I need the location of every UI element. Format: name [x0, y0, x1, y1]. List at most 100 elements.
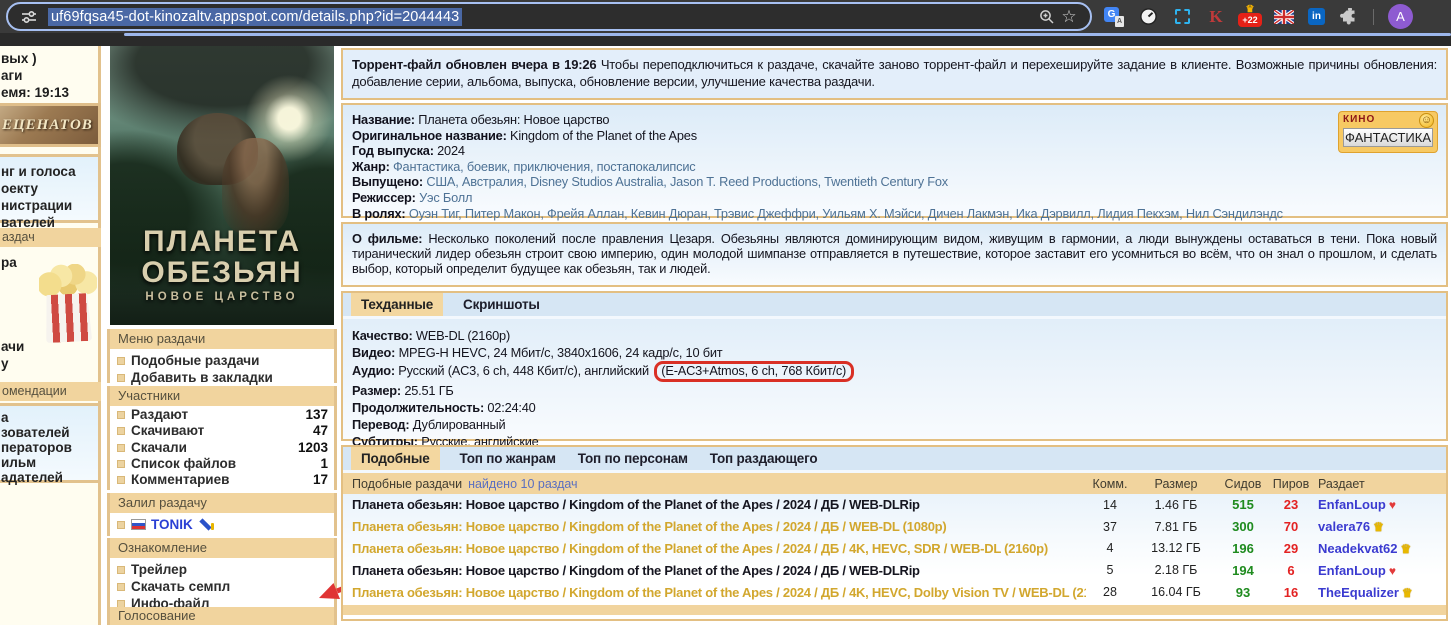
k-extension-icon[interactable]: K [1206, 7, 1226, 27]
info-year-row: Год выпуска: 2024 [352, 143, 1437, 159]
uploader-link[interactable]: valera76♛ [1314, 519, 1446, 534]
site-settings-icon[interactable] [18, 10, 40, 24]
tab-screenshots[interactable]: Скриншоты [461, 293, 542, 316]
torrent-title-link[interactable]: Планета обезьян: Новое царство / Kingdom… [343, 585, 1086, 600]
uploader-link[interactable]: TONIK [151, 516, 193, 533]
tab-techdata[interactable]: Техданные [351, 293, 443, 316]
torrent-title-link[interactable]: Планета обезьян: Новое царство / Kingdom… [343, 541, 1086, 556]
linkedin-extension-icon[interactable]: in [1308, 8, 1325, 25]
sidebar-time: емя: 19:13 [1, 84, 101, 101]
sidebar-links-block: нг и голоса оекту нистрации вателей [0, 154, 101, 223]
tech-data-panel: Техданные Скриншоты Качество: WEB-DL (21… [341, 291, 1448, 441]
url-text[interactable]: uf69fqsa45-dot-kinozaltv.appspot.com/det… [48, 8, 462, 26]
zoom-in-icon[interactable] [1036, 9, 1058, 25]
director-link[interactable]: Уэс Болл [419, 190, 472, 205]
vpn-extension-icon[interactable]: ♛+22 [1240, 7, 1260, 27]
sidebar-link[interactable]: зователей [1, 425, 98, 440]
about-text: Несколько поколений после правления Цеза… [352, 231, 1437, 276]
movie-year: 2024 [437, 143, 465, 158]
sidebar-stats-block: вых ) аги емя: 19:13 [0, 46, 101, 101]
stat-comments[interactable]: Комментариев17 [116, 472, 328, 488]
studio-links[interactable]: США, Австралия, Disney Studios Australia… [426, 174, 948, 189]
comments-count: 14 [1086, 498, 1134, 512]
stat-value: 47 [313, 423, 328, 439]
sidebar-recommend-block: а зователей ператоров ильм адателей [0, 403, 101, 483]
genre-links[interactable]: Фантастика, боевик, приключения, постапо… [393, 159, 695, 174]
patrons-banner[interactable]: ЕЦЕНАТОВ [0, 103, 101, 147]
crown-icon: ♛ [1401, 542, 1412, 556]
torrent-title-link[interactable]: Планета обезьян: Новое царство / Kingdom… [343, 519, 1086, 534]
sidebar-promo-block: ра ачи у [0, 250, 101, 380]
profile-avatar[interactable]: A [1388, 4, 1413, 29]
similar-tabs: Подобные Топ по жанрам Топ по персонам Т… [343, 447, 1446, 473]
torrent-title-link[interactable]: Планета обезьян: Новое царство / Kingdom… [343, 563, 1086, 578]
sidebar-link[interactable]: нг и голоса [1, 163, 98, 180]
similar-table-header: Подобные раздачи найдено 10 раздач Комм.… [343, 473, 1446, 494]
address-bar[interactable]: uf69fqsa45-dot-kinozaltv.appspot.com/det… [6, 2, 1092, 31]
torrent-title-link[interactable]: Планета обезьян: Новое царство / Kingdom… [343, 497, 1086, 512]
heart-icon: ♥ [1389, 564, 1396, 578]
sidebar-link[interactable]: ильм [1, 455, 98, 470]
sidebar-link[interactable]: ператоров [1, 440, 98, 455]
russia-flag-icon [131, 519, 146, 530]
stat-seeders[interactable]: Раздают137 [116, 407, 328, 423]
smiley-icon: ☺ [1419, 113, 1434, 128]
menu-item-similar[interactable]: Подобные раздачи [116, 352, 328, 369]
about-movie-panel: О фильме: Несколько поколений после прав… [341, 222, 1448, 287]
torrent-size: 2.18 ГБ [1134, 563, 1218, 577]
stat-leechers[interactable]: Скачивают47 [116, 423, 328, 439]
tech-video-row: Видео: MPEG-H HEVC, 24 Мбит/с, 3840x1606… [352, 344, 1437, 361]
tab-similar[interactable]: Подобные [351, 447, 440, 470]
bullet-icon [117, 411, 125, 419]
menu-item-sample[interactable]: Скачать семпл [116, 578, 328, 595]
menu-items: Подобные раздачи Добавить в закладки [107, 349, 337, 383]
tab-top-genres[interactable]: Топ по жанрам [458, 447, 558, 470]
tech-translation-row: Перевод: Дублированный [352, 416, 1437, 433]
about-label: О фильме: [352, 231, 422, 246]
uploader-link[interactable]: EnfanLoup♥ [1314, 563, 1446, 578]
movie-original-title: Kingdom of the Planet of the Apes [510, 128, 697, 143]
uk-flag-extension-icon[interactable] [1274, 7, 1294, 27]
tech-size-row: Размер: 25.51 ГБ [352, 382, 1437, 399]
participants-header: Участники [107, 386, 337, 406]
comments-count: 5 [1086, 563, 1134, 577]
speedometer-extension-icon[interactable] [1138, 7, 1158, 27]
notice-updated-label: Торрент-файл обновлен вчера в 19:26 [352, 57, 596, 72]
uploader-header: Залил раздачу [107, 493, 337, 513]
uploader-link[interactable]: EnfanLoup♥ [1314, 497, 1446, 512]
bullet-icon [117, 566, 125, 574]
bullet-icon [117, 427, 125, 435]
menu-item-bookmark[interactable]: Добавить в закладки [116, 369, 328, 386]
bookmark-star-icon[interactable]: ☆ [1058, 7, 1080, 27]
info-title-row: Название: Планета обезьян: Новое царство [352, 112, 1437, 128]
crown-badge-icon: ♛ [1246, 4, 1255, 15]
review-header: Ознакомление [107, 538, 337, 558]
sidebar-link[interactable]: нистрации [1, 197, 98, 214]
tab-top-persons[interactable]: Топ по персонам [576, 447, 690, 470]
similar-torrents-panel: Подобные Топ по жанрам Топ по персонам Т… [341, 445, 1448, 621]
browser-toolbar: uf69fqsa45-dot-kinozaltv.appspot.com/det… [0, 0, 1451, 33]
vote-header: Голосование [107, 607, 337, 625]
sidebar-line: аги [1, 67, 101, 84]
screenshot-extension-icon[interactable] [1172, 7, 1192, 27]
sidebar-link[interactable]: оекту [1, 180, 98, 197]
stat-downloaded[interactable]: Скачали1203 [116, 440, 328, 456]
sidebar-link[interactable]: а [1, 410, 98, 425]
extensions-puzzle-icon[interactable] [1339, 7, 1359, 27]
genre-badge[interactable]: КИНО ☺ ФАНТАСТИКА [1338, 111, 1438, 153]
stat-value: 1203 [298, 440, 328, 456]
translate-extension-icon[interactable]: G A [1104, 7, 1124, 27]
cast-links[interactable]: Оуэн Тиг, Питер Макон, Фрейя Аллан, Кеви… [409, 206, 1283, 221]
sidebar-link[interactable]: адателей [1, 470, 98, 485]
uploader-link[interactable]: TheEqualizer♛ [1314, 585, 1446, 600]
bullet-icon [117, 583, 125, 591]
sidebar-link[interactable]: у [0, 351, 9, 372]
found-torrents-link[interactable]: найдено 10 раздач [468, 477, 578, 491]
tab-top-uploader[interactable]: Топ раздающего [708, 447, 820, 470]
menu-item-trailer[interactable]: Трейлер [116, 561, 328, 578]
sidebar-section-header: аздач [0, 228, 101, 247]
uploader-link[interactable]: Neadekvat62♛ [1314, 541, 1446, 556]
movie-poster[interactable]: ПЛАНЕТА ОБЕЗЬЯН НОВОЕ ЦАРСТВО [110, 46, 334, 325]
stat-filelist[interactable]: Список файлов1 [116, 456, 328, 472]
comments-count: 28 [1086, 585, 1134, 599]
